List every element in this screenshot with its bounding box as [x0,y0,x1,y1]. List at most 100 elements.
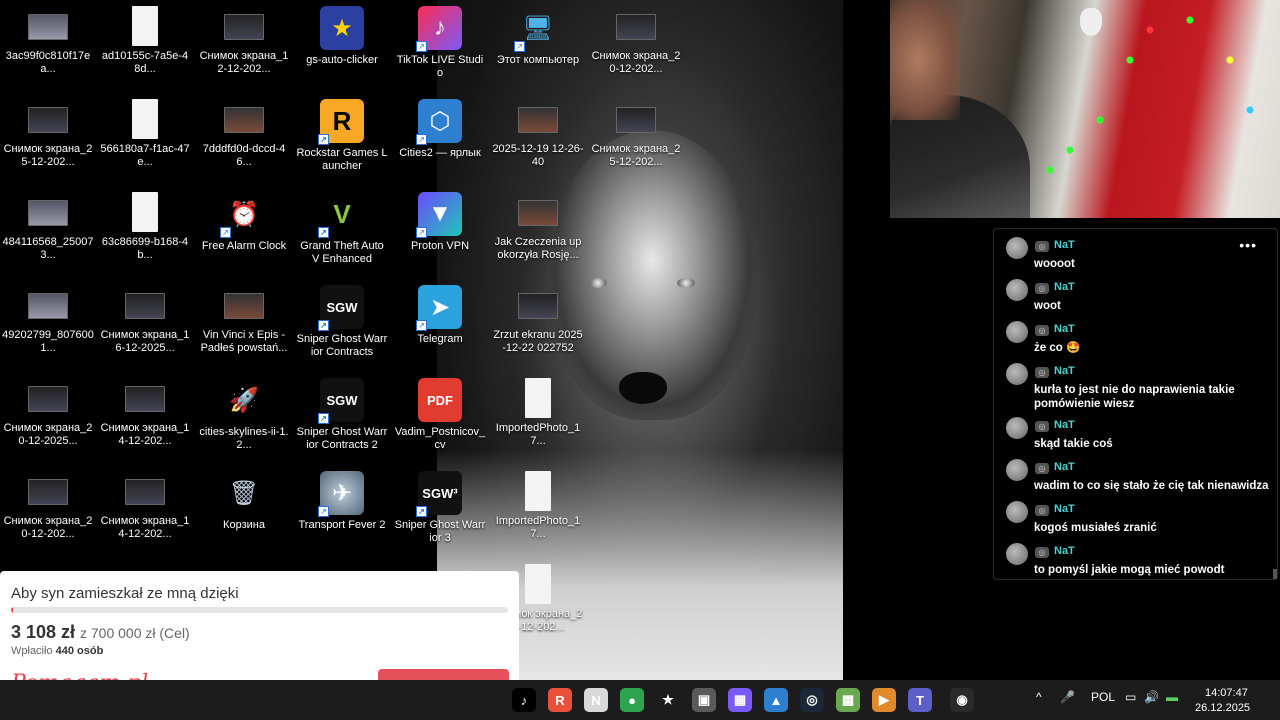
desktop-icon[interactable]: Снимок экрана_14-12-202... [97,467,193,557]
chat-username[interactable]: NaT [1054,503,1075,515]
avatar[interactable] [1006,459,1028,481]
desktop-icon-label: 484116568_250073... [2,236,94,261]
chat-scrollbar[interactable] [1273,569,1277,579]
chat-username[interactable]: NaT [1054,419,1075,431]
image-thumbnail [28,293,68,319]
chat-username[interactable]: NaT [1054,461,1075,473]
desktop-icon[interactable]: ImportedPhoto_17... [490,374,586,464]
desktop-icon[interactable]: 3ac99f0c810f17ea... [0,2,96,92]
steam-icon[interactable]: ◎ [800,688,824,712]
desktop-icon[interactable]: Vin Vinci x Epis - Padłeś powstań... [196,281,292,371]
desktop-icon[interactable]: ➤ ↗ Telegram [392,281,488,371]
desktop-icon[interactable]: 63c86699-b168-4b... [97,188,193,278]
desktop-icon[interactable]: SGW³ ↗ Sniper Ghost Warrior 3 [392,467,488,557]
desktop-icon[interactable]: 7dddfd0d-dccd-46... [196,95,292,185]
clock-time[interactable]: 14:07:47 [1205,687,1248,699]
apps-icon[interactable]: ▦ [728,688,752,712]
desktop-icon[interactable]: ImportedPhoto_17... [490,467,586,557]
viewer-badge-icon: ◎ [1035,367,1049,378]
desktop-icon[interactable]: Снимок экрана_20-12-202... [0,467,96,557]
opera-icon[interactable]: N [584,688,608,712]
desktop-icon[interactable]: Jak Czeczenia upokorzyła Rosję... [490,188,586,278]
shortcut-arrow-icon: ↗ [318,413,329,424]
transport-fever-icon: ✈ ↗ [318,471,364,517]
desktop-icon[interactable]: Снимок экрана_25-12-202... [588,95,684,185]
battery-icon[interactable]: ▬ [1166,690,1178,704]
chrome-icon[interactable]: ● [620,688,644,712]
desktop-icon[interactable]: 🖥 ↗ Этот компьютер [490,2,586,92]
desktop-icon[interactable]: Снимок экрана_25-12-202... [0,95,96,185]
desktop-icon-label: Rockstar Games Launcher [296,147,388,172]
desktop-icon[interactable]: 484116568_250073... [0,188,96,278]
desktop-icon-label: TikTok LIVE Studio [396,54,484,79]
avatar[interactable] [1006,321,1028,343]
desktop-icon-label: Free Alarm Clock [201,240,287,252]
chat-username[interactable]: NaT [1054,323,1075,335]
avatar[interactable] [1006,237,1028,259]
desktop-icon[interactable]: ⏰ ↗ Free Alarm Clock [196,188,292,278]
shortcut-arrow-icon: ↗ [318,134,329,145]
chat-username[interactable]: NaT [1054,545,1075,557]
desktop-icon[interactable]: ★ gs-auto-clicker [294,2,390,92]
play-icon[interactable]: ▶ [872,688,896,712]
tray-chevron-icon[interactable]: ^ [1036,690,1042,704]
chat-more-icon[interactable]: ••• [1239,237,1257,253]
desktop-icon[interactable]: SGW ↗ Sniper Ghost Warrior Contracts 2 [294,374,390,464]
star-icon: ★ [320,6,364,50]
desktop-icon-label: Transport Fever 2 [298,519,386,531]
clock-date[interactable]: 26.12.2025 [1195,702,1250,714]
desktop-icon[interactable]: ▼ ↗ Proton VPN [392,188,488,278]
chat-message-text: skąd takie coś [1034,438,1113,450]
avatar[interactable] [1006,363,1028,385]
viewer-badge-icon: ◎ [1035,547,1049,558]
chat-username[interactable]: NaT [1054,365,1075,377]
box-icon[interactable]: ▣ [692,688,716,712]
desktop-icon[interactable]: 2025-12-19 12-26-40 [490,95,586,185]
desktop-icon[interactable]: Снимок экрана_14-12-202... [97,374,193,464]
desktop-icon[interactable]: ad10155c-7a5e-48d... [97,2,193,92]
video-thumbnail [518,107,558,133]
photos-icon[interactable]: ▲ [764,688,788,712]
avatar[interactable] [1006,279,1028,301]
microphone-icon[interactable]: 🎤 [1060,690,1075,704]
desktop-icon[interactable]: R ↗ Rockstar Games Launcher [294,95,390,185]
desktop-icon-label: ad10155c-7a5e-48d... [101,50,189,75]
desktop-icon[interactable]: ⬡ ↗ Cities2 — ярлык [392,95,488,185]
desktop-icon[interactable]: SGW ↗ Sniper Ghost Warrior Contracts [294,281,390,371]
avatar[interactable] [1006,417,1028,439]
language-indicator[interactable]: POL [1091,690,1115,704]
teams-icon[interactable]: T [908,688,932,712]
rockstar-icon[interactable]: R [548,688,572,712]
star-icon[interactable]: ★ [656,688,680,712]
chat-username[interactable]: NaT [1054,239,1075,251]
screenshot-thumbnail [28,107,68,133]
avatar[interactable] [1006,543,1028,565]
desktop-icon[interactable]: 🗑 Корзина [196,467,292,557]
desktop-icon[interactable]: 49202799_8076001... [0,281,96,371]
chat-username[interactable]: NaT [1054,281,1075,293]
gta-icon: V ↗ [318,192,364,238]
desktop-icon[interactable]: Снимок экрана_20-12-202... [588,2,684,92]
desktop-icon[interactable]: 🚀 cities-skylines-ii-1.2... [196,374,292,464]
screenshot-thumbnail [616,14,656,40]
desktop-icon-label: cities-skylines-ii-1.2... [199,426,289,451]
desktop-icon[interactable]: V ↗ Grand Theft Auto V Enhanced [294,188,390,278]
desktop-icon[interactable]: ♪ ↗ TikTok LIVE Studio [392,2,488,92]
desktop-icon[interactable]: Снимок экрана_16-12-2025... [97,281,193,371]
donation-payers-count: 440 osób [55,645,104,657]
desktop-icon[interactable]: PDF Vadim_Postnicov_cv [392,374,488,464]
game-icon[interactable]: ▩ [836,688,860,712]
desktop-icon[interactable]: Zrzut ekranu 2025-12-22 022752 [490,281,586,371]
desktop-icon[interactable]: Снимок экрана_12-12-202... [196,2,292,92]
screenshot-thumbnail [224,14,264,40]
volume-icon[interactable]: 🔊 [1144,690,1159,704]
tiktok-icon[interactable]: ♪ [512,688,536,712]
desktop-icon[interactable]: ✈ ↗ Transport Fever 2 [294,467,390,557]
desktop-icon[interactable]: Снимок экрана_20-12-2025... [0,374,96,464]
obs-icon[interactable]: ◉ [950,688,974,712]
avatar[interactable] [1006,501,1028,523]
network-icon[interactable]: ▭ [1125,690,1136,704]
shortcut-arrow-icon: ↗ [416,41,427,52]
document-thumbnail [525,378,551,418]
desktop-icon[interactable]: 566180a7-f1ac-47e... [97,95,193,185]
